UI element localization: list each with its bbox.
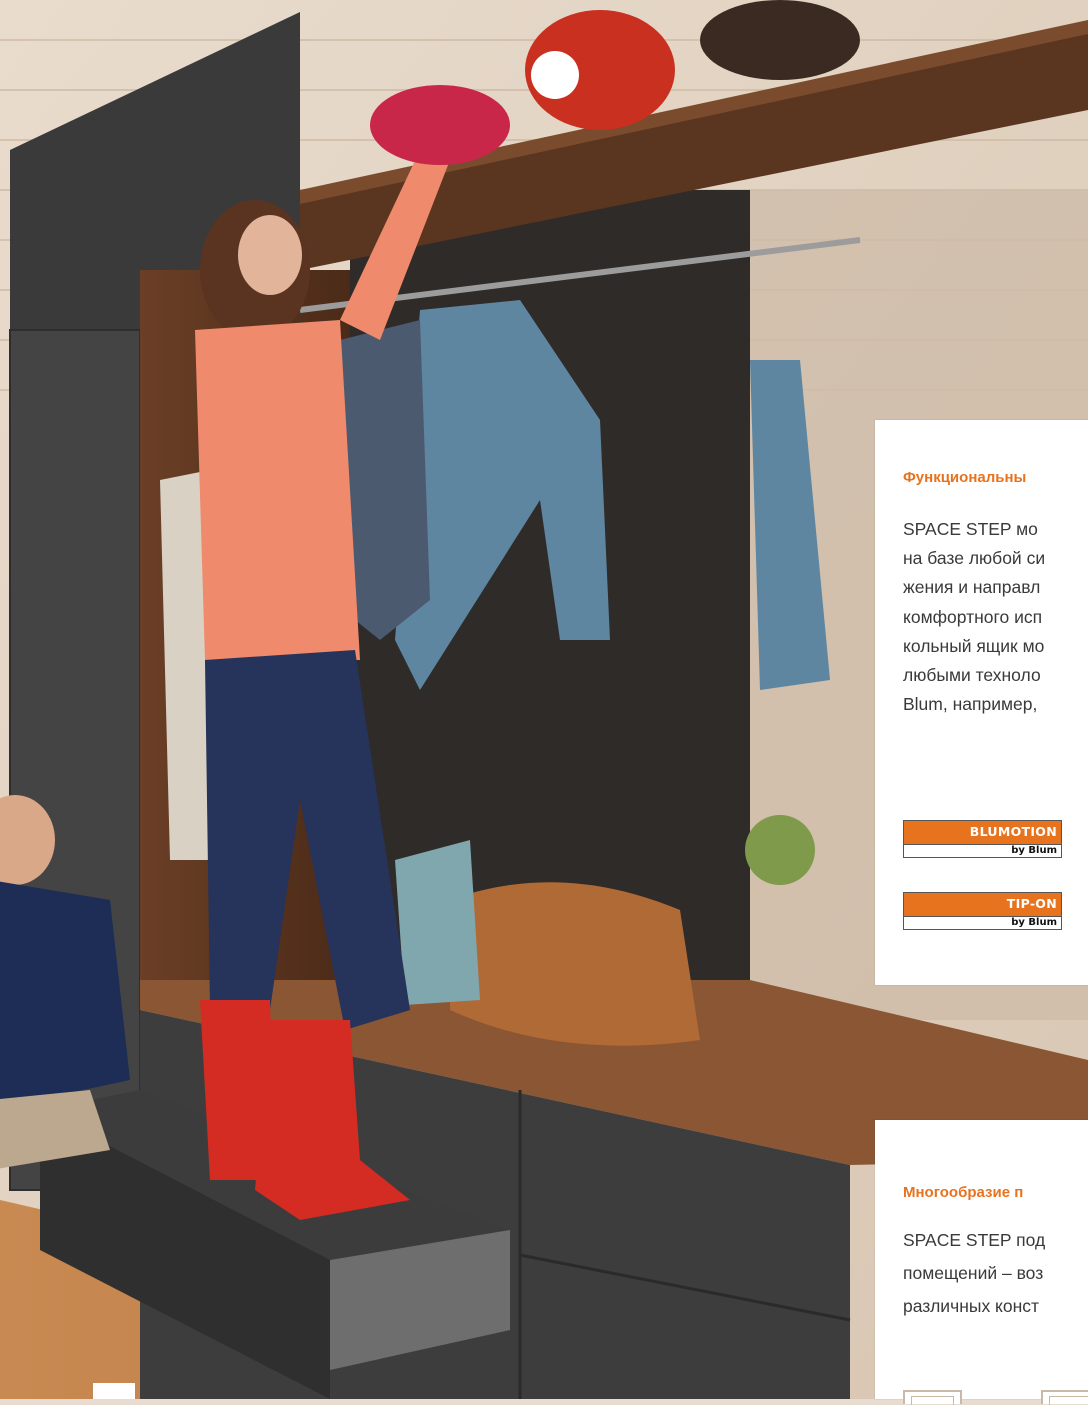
info-card-variety: Многообразие п SPACE STEP под помещений …	[875, 1120, 1088, 1405]
cabinet-thumbnail-icon	[903, 1390, 962, 1405]
page-number-mark	[93, 1383, 135, 1399]
tipon-by: by Blum	[904, 916, 1061, 929]
card-heading-variety: Многообразие п	[903, 1184, 1024, 1201]
tipon-logo: TIP-ON by Blum	[903, 892, 1062, 930]
cabinet-thumbnail-icon	[1041, 1390, 1088, 1405]
card-body-functional: SPACE STEP мо на базе любой си жения и н…	[903, 519, 1046, 715]
blumotion-name: BLUMOTION	[904, 821, 1061, 845]
card-heading-functional: Функциональны	[903, 469, 1027, 486]
info-card-functional: Функциональны SPACE STEP мо на базе любо…	[875, 420, 1088, 985]
card-body-variety: SPACE STEP под помещений – воз различных…	[903, 1230, 1046, 1316]
blumotion-logo: BLUMOTION by Blum	[903, 820, 1062, 858]
blumotion-by: by Blum	[904, 844, 1061, 857]
tipon-name: TIP-ON	[904, 893, 1061, 917]
